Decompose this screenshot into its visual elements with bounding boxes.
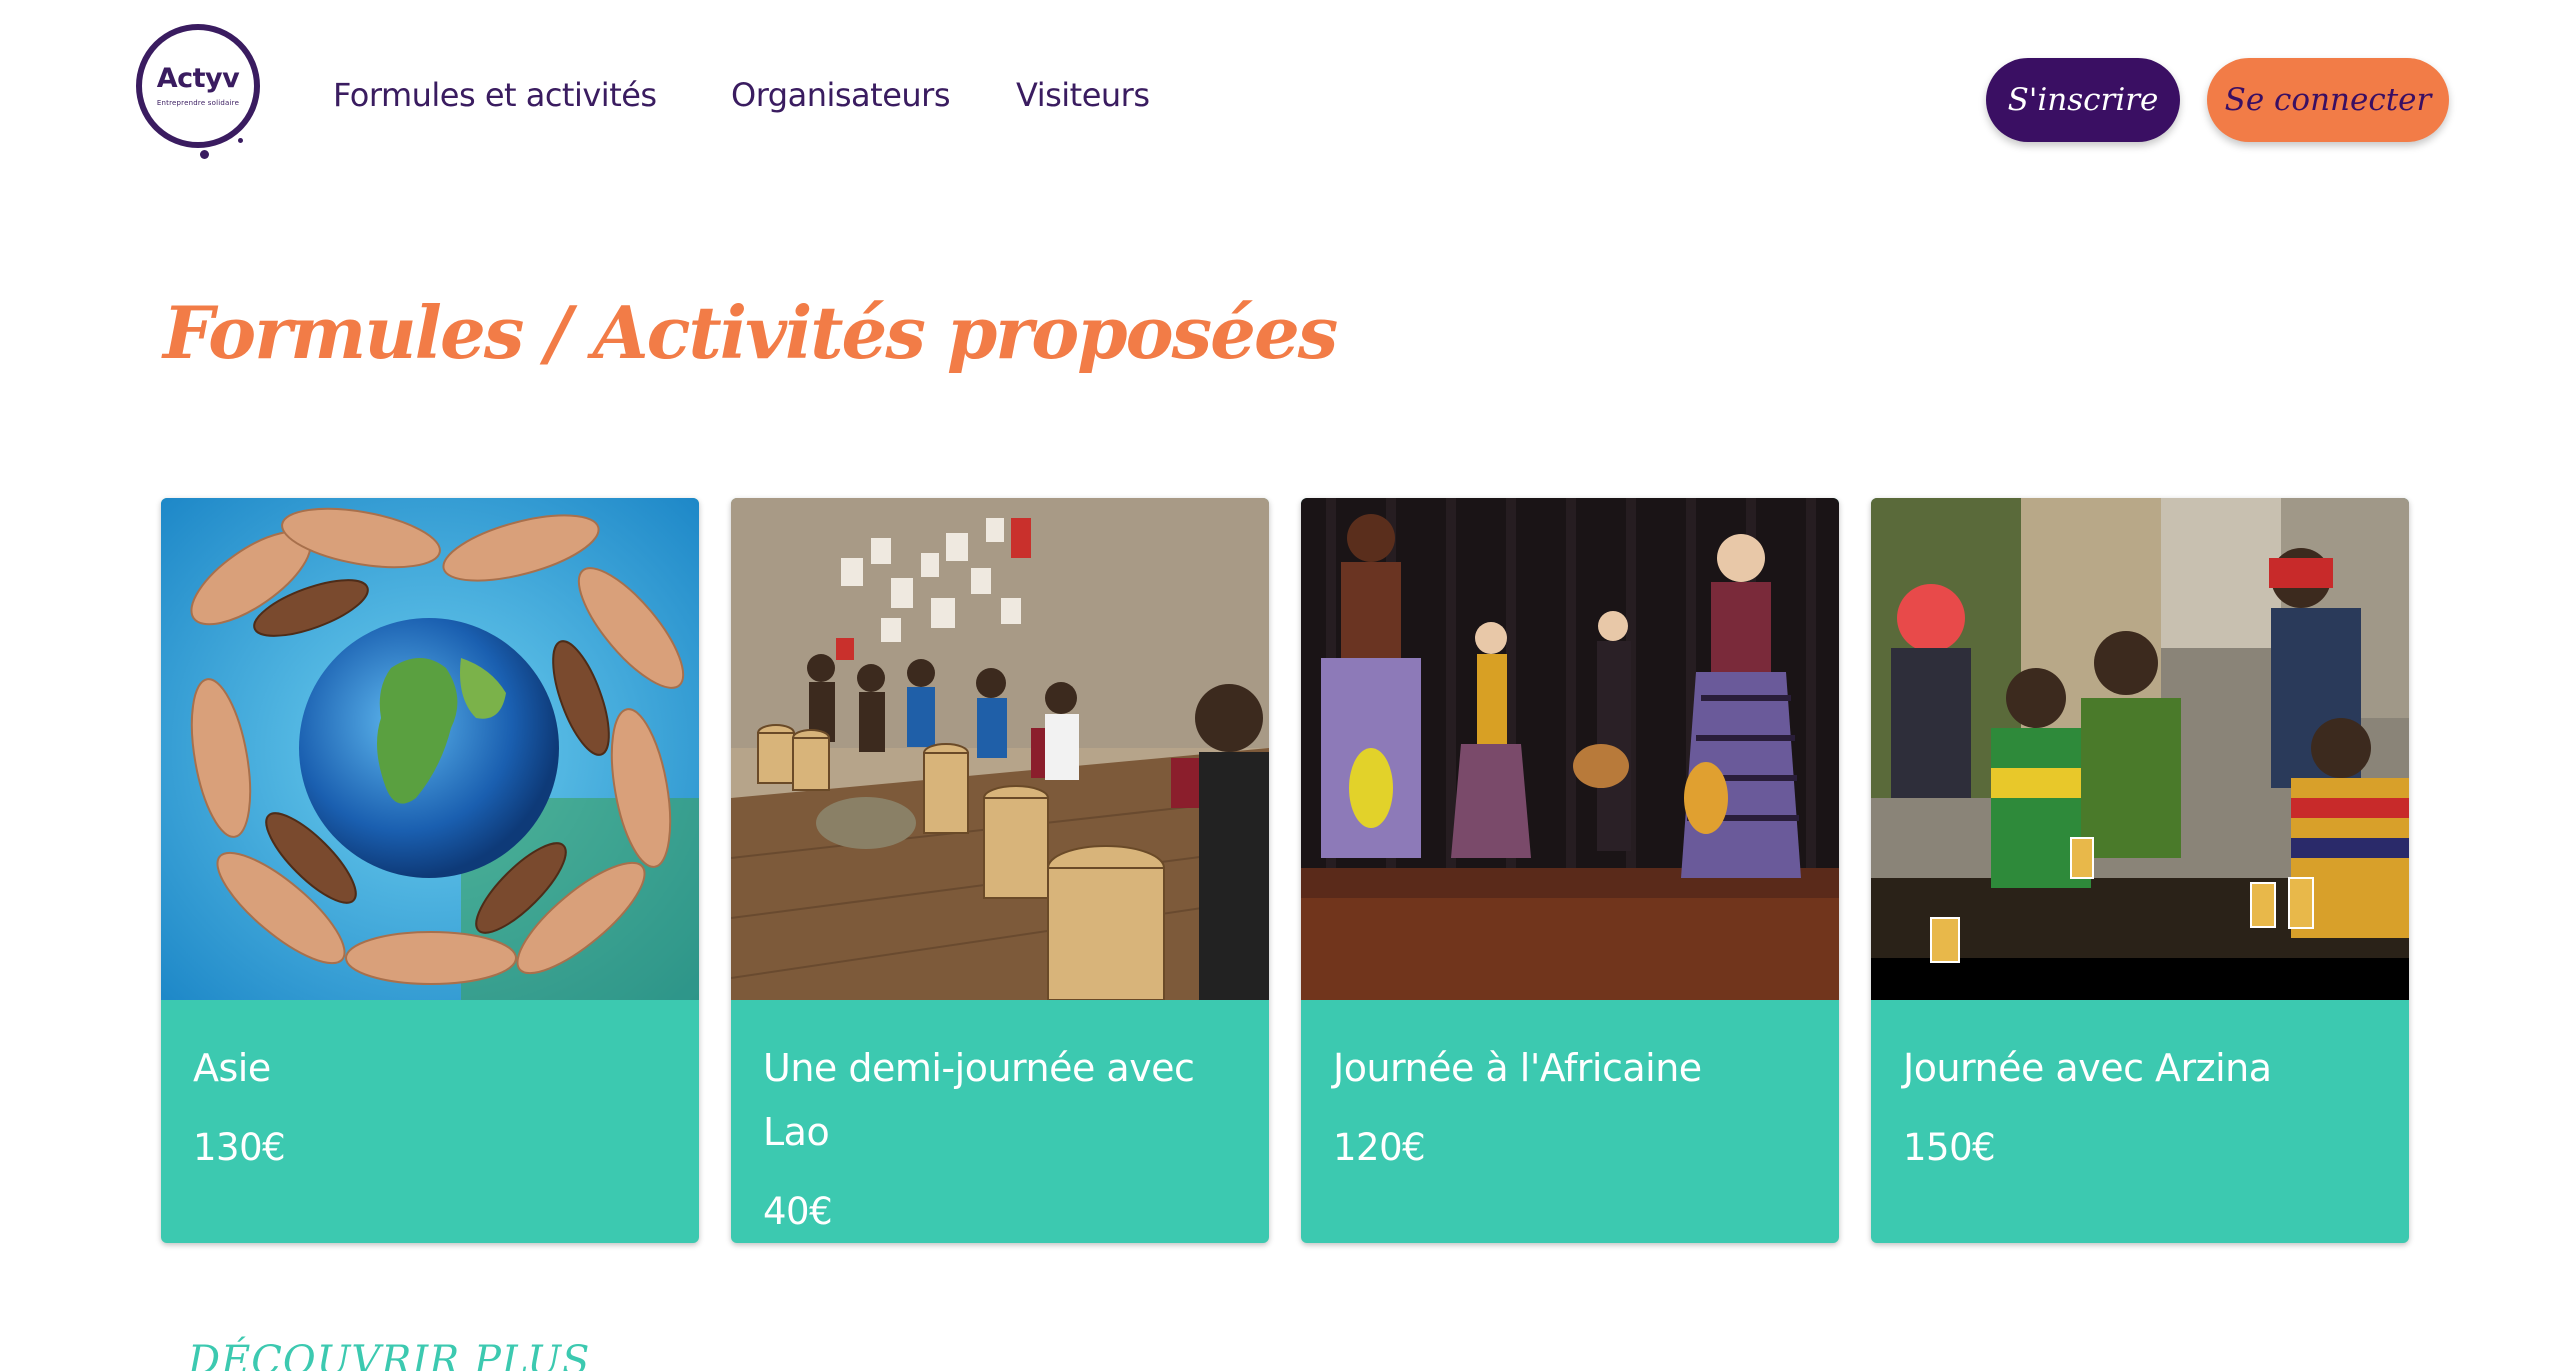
activity-cards: Asie 130€ Une demi-journée avec Lao 40€ … <box>161 498 2413 1243</box>
activity-card[interactable]: Une demi-journée avec Lao 40€ <box>731 498 1269 1243</box>
signup-button[interactable]: S'inscrire <box>1986 58 2180 142</box>
card-title: Asie <box>193 1046 271 1090</box>
activity-card[interactable]: Journée à l'Africaine 120€ <box>1301 498 1839 1243</box>
card-price: 150€ <box>1903 1126 1996 1169</box>
logo-text: Actyv <box>156 63 240 94</box>
drum-circle-photo <box>731 498 1269 1000</box>
card-body: Une demi-journée avec Lao 40€ <box>763 1036 1243 1243</box>
hands-around-globe-photo <box>161 498 699 1000</box>
card-body: Asie 130€ <box>193 1036 673 1180</box>
logo-dot <box>238 138 243 143</box>
card-title: Une demi-journée avec Lao <box>763 1046 1195 1154</box>
card-price: 130€ <box>193 1126 286 1169</box>
card-title: Journée à l'Africaine <box>1333 1046 1702 1090</box>
nav-link-formules[interactable]: Formules et activités <box>333 76 657 114</box>
card-body: Journée à l'Africaine 120€ <box>1333 1036 1813 1180</box>
logo-subtitle: Entreprendre solidaire <box>156 99 240 107</box>
stage-dancers-photo <box>1301 498 1839 1000</box>
activity-card[interactable]: Journée avec Arzina 150€ <box>1871 498 2409 1243</box>
site-header: Actyv Entreprendre solidaire Formules et… <box>0 0 2560 200</box>
card-price: 40€ <box>763 1190 833 1233</box>
card-price: 120€ <box>1333 1126 1426 1169</box>
logo[interactable]: Actyv Entreprendre solidaire <box>136 24 260 159</box>
logo-dot <box>200 150 209 159</box>
login-button[interactable]: Se connecter <box>2207 58 2449 142</box>
street-cafe-photo <box>1871 498 2409 1000</box>
card-title: Journée avec Arzina <box>1903 1046 2272 1090</box>
nav-link-organisateurs[interactable]: Organisateurs <box>731 76 951 114</box>
activity-card[interactable]: Asie 130€ <box>161 498 699 1243</box>
page-title: Formules / Activités proposées <box>163 290 1338 375</box>
page: Actyv Entreprendre solidaire Formules et… <box>0 0 2560 1371</box>
card-body: Journée avec Arzina 150€ <box>1903 1036 2383 1180</box>
nav-link-visiteurs[interactable]: Visiteurs <box>1016 76 1150 114</box>
discover-more-link[interactable]: DÉCOUVRIR PLUS <box>188 1338 590 1371</box>
